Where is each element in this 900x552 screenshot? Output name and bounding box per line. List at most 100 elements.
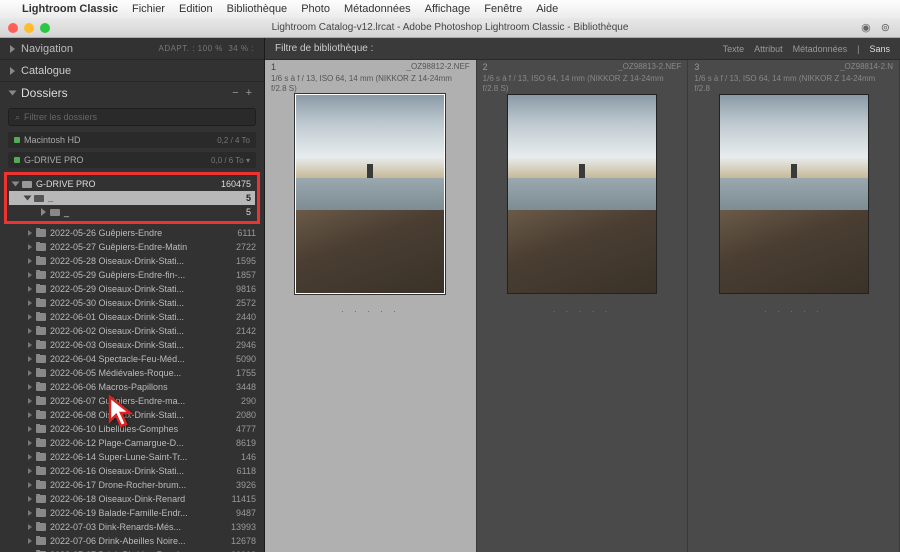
folder-search-input[interactable]: ⌕ Filtrer les dossiers xyxy=(8,108,256,126)
folder-item[interactable]: 2022-06-05 Médiévales-Roque...1755 xyxy=(0,366,264,380)
chevron-right-icon xyxy=(28,328,32,334)
cc-icon[interactable]: ⊚ xyxy=(881,21,890,34)
dossiers-panel-header[interactable]: Dossiers − + xyxy=(0,82,264,104)
menu-edit[interactable]: Edition xyxy=(179,3,213,15)
chevron-down-icon xyxy=(24,196,32,201)
folder-item[interactable]: 2022-05-29 Oiseaux-Drink-Stati...9816 xyxy=(0,282,264,296)
folder-item[interactable]: 2022-06-02 Oiseaux-Drink-Stati...2142 xyxy=(0,324,264,338)
folder-icon xyxy=(36,243,46,251)
folder-count: 12678 xyxy=(231,536,256,546)
chevron-right-icon xyxy=(28,258,32,264)
folder-item[interactable]: 2022-06-10 Libellules-Gomphes4777 xyxy=(0,422,264,436)
folder-icon xyxy=(36,397,46,405)
folder-count: 8619 xyxy=(236,438,256,448)
drive-status-icon xyxy=(14,137,20,143)
folder-item[interactable]: 2022-06-17 Drone-Rocher-brum...3926 xyxy=(0,478,264,492)
folder-root-gdrive[interactable]: G-DRIVE PRO 160475 xyxy=(9,177,255,191)
folder-item[interactable]: 2022-06-12 Plage-Camargue-D...8619 xyxy=(0,436,264,450)
menu-help[interactable]: Aide xyxy=(536,3,558,15)
folder-item[interactable]: 2022-06-14 Super-Lune-Saint-Tr...146 xyxy=(0,450,264,464)
folder-item[interactable]: 2022-05-28 Oiseaux-Drink-Stati... 1595 xyxy=(0,254,264,268)
thumb-image[interactable] xyxy=(295,94,445,294)
folder-sub[interactable]: _ 5 xyxy=(9,205,255,219)
folder-count: 4777 xyxy=(236,424,256,434)
thumb-image[interactable] xyxy=(507,94,657,294)
folder-count: 1595 xyxy=(236,256,256,266)
folder-item[interactable]: 2022-05-29 Guêpiers-Endre-fin-...1857 xyxy=(0,268,264,282)
rating-dots[interactable]: . . . . . xyxy=(688,300,899,318)
folder-icon xyxy=(50,209,60,216)
thumbnail-cell[interactable]: 2_OZ98813-2.NEF1/6 s à f / 13, ISO 64, 1… xyxy=(477,60,689,552)
thumb-index: 3 xyxy=(694,62,699,74)
folder-item[interactable]: 2022-06-04 Spectacle-Feu-Méd...5090 xyxy=(0,352,264,366)
thumb-index: 2 xyxy=(483,62,488,74)
chevron-right-icon xyxy=(28,440,32,446)
chevron-right-icon xyxy=(28,272,32,278)
thumb-index: 1 xyxy=(271,62,276,74)
folder-item[interactable]: 2022-06-06 Macros-Papillons3448 xyxy=(0,380,264,394)
thumb-image[interactable] xyxy=(719,94,869,294)
plus-icon[interactable]: + xyxy=(246,87,254,99)
menu-window[interactable]: Fenêtre xyxy=(484,3,522,15)
mac-menubar: Lightroom Classic Fichier Edition Biblio… xyxy=(0,0,900,18)
folder-name: 2022-06-02 Oiseaux-Drink-Stati... xyxy=(50,326,184,336)
menu-file[interactable]: Fichier xyxy=(132,3,165,15)
folder-item[interactable]: 2022-05-26 Guêpiers-Endre6111 xyxy=(0,226,264,240)
folder-count: 1857 xyxy=(236,270,256,280)
folder-item[interactable]: 2022-06-07 Guêpiers-Endre-ma...290 xyxy=(0,394,264,408)
chevron-right-icon xyxy=(28,384,32,390)
folder-count: 5090 xyxy=(236,354,256,364)
filter-tab-attribute[interactable]: Attribut xyxy=(754,44,783,54)
maximize-icon[interactable] xyxy=(40,23,50,33)
folder-name: 2022-07-06 Drink-Abeilles Noire... xyxy=(50,536,186,546)
rating-dots[interactable]: . . . . . xyxy=(477,300,688,318)
folder-selected[interactable]: _ 5 xyxy=(9,191,255,205)
chevron-right-icon xyxy=(28,426,32,432)
menu-library[interactable]: Bibliothèque xyxy=(227,3,288,15)
minus-icon[interactable]: − xyxy=(232,87,240,99)
filter-tab-text[interactable]: Texte xyxy=(723,44,745,54)
minimize-icon[interactable] xyxy=(24,23,34,33)
close-icon[interactable] xyxy=(8,23,18,33)
folder-count: 6118 xyxy=(237,466,256,476)
menu-photo[interactable]: Photo xyxy=(301,3,330,15)
menu-view[interactable]: Affichage xyxy=(425,3,471,15)
menu-metadata[interactable]: Métadonnées xyxy=(344,3,411,15)
catalogue-panel-header[interactable]: Catalogue xyxy=(0,60,264,82)
folder-icon xyxy=(36,369,46,377)
folder-item[interactable]: 2022-05-30 Oiseaux-Drink-Stati...2572 xyxy=(0,296,264,310)
folder-name: 2022-06-08 Oiseaux-Drink-Stati... xyxy=(50,410,184,420)
chevron-right-icon xyxy=(28,412,32,418)
menu-app[interactable]: Lightroom Classic xyxy=(22,3,118,15)
folder-item[interactable]: 2022-07-07 Drink-Pic Vert-Rossi...22903 xyxy=(0,548,264,552)
volume-gdrive[interactable]: G-DRIVE PRO 0,0 / 6 To ▾ xyxy=(8,152,256,168)
volume-macintosh[interactable]: Macintosh HD 0,2 / 4 To xyxy=(8,132,256,148)
folder-icon xyxy=(36,481,46,489)
folder-icon xyxy=(36,327,46,335)
folder-item[interactable]: 2022-06-16 Oiseaux-Drink-Stati...6118 xyxy=(0,464,264,478)
folder-item[interactable]: 2022-06-08 Oiseaux-Drink-Stati...2080 xyxy=(0,408,264,422)
titlebar-right: ◉ ⊚ xyxy=(861,21,890,34)
folder-count: 9487 xyxy=(236,508,256,518)
folder-name: 2022-05-29 Oiseaux-Drink-Stati... xyxy=(50,284,184,294)
folder-name: 2022-05-28 Oiseaux-Drink-Stati... xyxy=(50,256,184,266)
folder-item[interactable]: 2022-06-03 Oiseaux-Drink-Stati...2946 xyxy=(0,338,264,352)
chevron-right-icon xyxy=(28,524,32,530)
thumbnail-cell[interactable]: 3_OZ98814-2.N1/6 s à f / 13, ISO 64, 14 … xyxy=(688,60,900,552)
folder-item[interactable]: 2022-05-27 Guêpiers-Endre-Matin2722 xyxy=(0,240,264,254)
filter-tab-none[interactable]: Sans xyxy=(869,44,890,54)
folder-item[interactable]: 2022-06-18 Oiseaux-Dink-Renard11415 xyxy=(0,492,264,506)
cloud-icon[interactable]: ◉ xyxy=(861,21,871,34)
rating-dots[interactable]: . . . . . xyxy=(265,300,476,318)
folder-icon xyxy=(36,523,46,531)
folder-item[interactable]: 2022-07-06 Drink-Abeilles Noire... 12678 xyxy=(0,534,264,548)
filter-tab-metadata[interactable]: Métadonnées xyxy=(793,44,848,54)
folder-item[interactable]: 2022-06-19 Balade-Famille-Endr...9487 xyxy=(0,506,264,520)
folder-item[interactable]: 2022-06-01 Oiseaux-Drink-Stati...2440 xyxy=(0,310,264,324)
folder-count: 2572 xyxy=(236,298,256,308)
chevron-right-icon xyxy=(28,286,32,292)
folder-item[interactable]: 2022-07-03 Dink-Renards-Més...13993 xyxy=(0,520,264,534)
navigation-panel-header[interactable]: Navigation ADAPT. : 100 % 34 % : xyxy=(0,38,264,60)
drive-icon xyxy=(22,181,32,188)
thumbnail-cell[interactable]: 1_OZ98812-2.NEF1/6 s à f / 13, ISO 64, 1… xyxy=(265,60,477,552)
